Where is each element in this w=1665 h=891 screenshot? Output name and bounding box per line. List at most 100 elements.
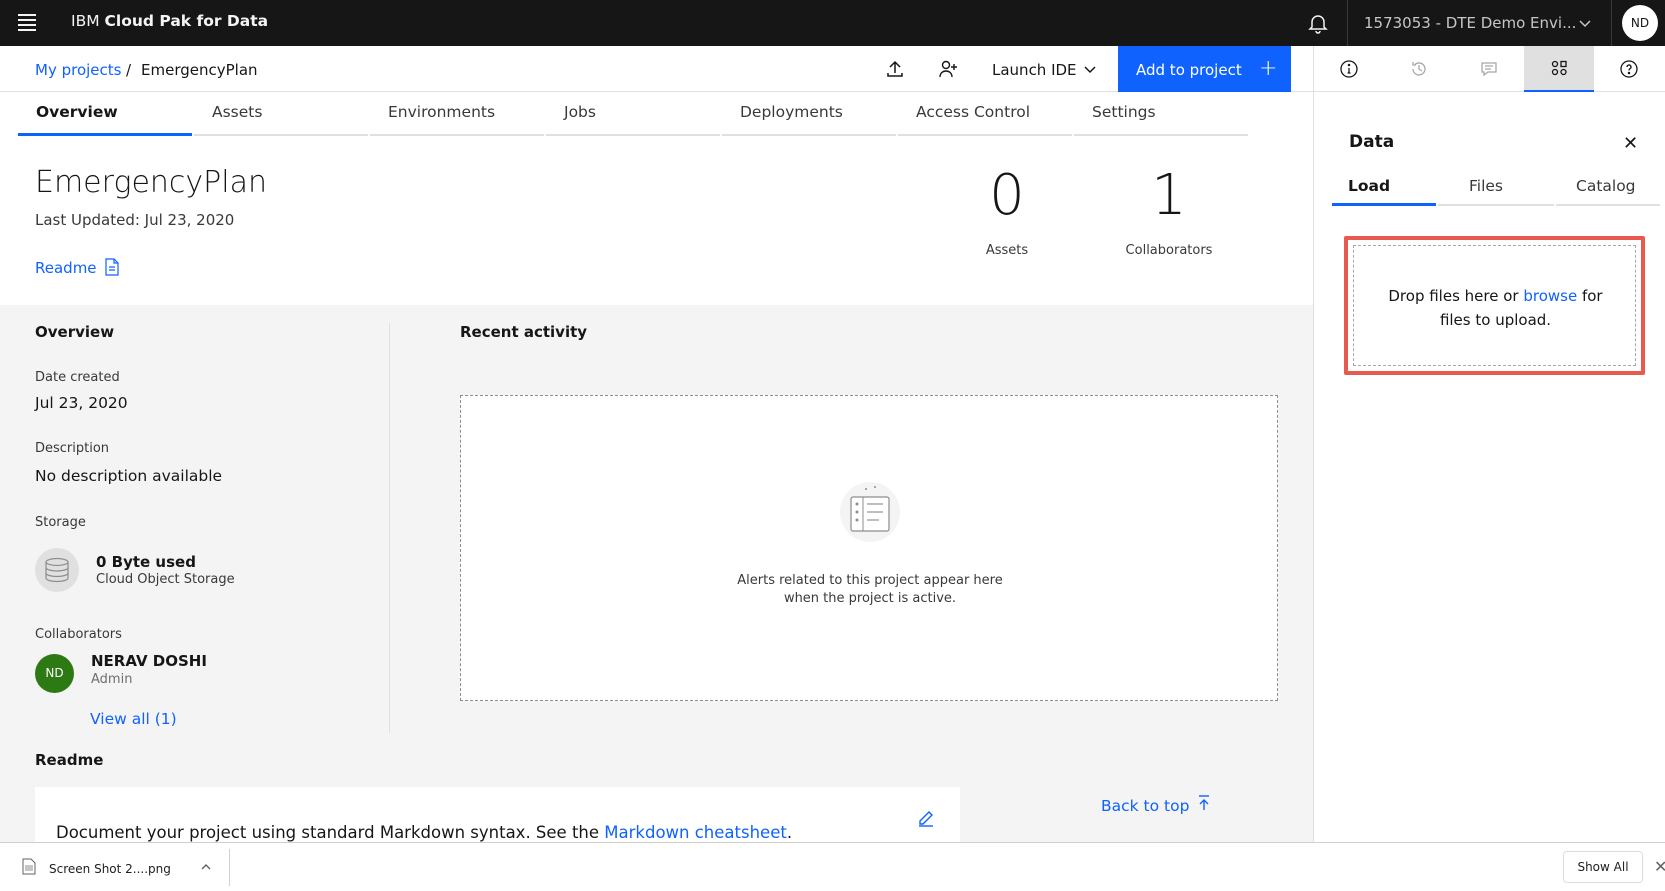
breadcrumb-my-projects[interactable]: My projects <box>35 61 121 79</box>
collaborator-avatar: ND <box>35 654 74 693</box>
tab-assets[interactable]: Assets <box>194 92 368 136</box>
close-download-bar-icon[interactable]: ✕ <box>1654 857 1665 876</box>
tab-jobs[interactable]: Jobs <box>546 92 720 136</box>
readme-text: Document your project using standard Mar… <box>56 823 792 842</box>
back-to-top-link[interactable]: Back to top <box>1101 797 1189 815</box>
view-all-collaborators-link[interactable]: View all (1) <box>90 710 177 728</box>
empty-state-message: Alerts related to this project appear he… <box>461 572 1279 608</box>
project-title: EmergencyPlan <box>35 165 267 200</box>
tab-access-control[interactable]: Access Control <box>898 92 1072 136</box>
close-panel-icon[interactable]: ✕ <box>1623 133 1638 154</box>
launch-ide-button[interactable]: Launch IDE <box>983 46 1096 92</box>
upload-icon[interactable] <box>885 59 905 79</box>
history-icon[interactable] <box>1384 46 1454 92</box>
user-avatar[interactable]: ND <box>1622 5 1658 41</box>
breadcrumb-separator: / <box>126 61 132 79</box>
brand-prefix: IBM <box>71 12 100 30</box>
collaborators-count: 1 <box>1151 163 1187 228</box>
storage-type: Cloud Object Storage <box>96 572 235 587</box>
storage-label: Storage <box>35 515 86 530</box>
chevron-up-icon[interactable] <box>200 861 212 873</box>
comments-icon[interactable] <box>1454 46 1524 92</box>
plus-icon: + <box>1259 56 1278 81</box>
brand-name: Cloud Pak for Data <box>104 12 269 30</box>
tab-overview[interactable]: Overview <box>18 92 192 136</box>
tab-label: Deployments <box>740 103 843 121</box>
tab-deployments[interactable]: Deployments <box>722 92 896 136</box>
help-icon[interactable] <box>1594 46 1664 92</box>
hamburger-menu-icon[interactable] <box>18 14 36 31</box>
download-divider <box>229 849 230 886</box>
tab-label: Environments <box>388 103 496 121</box>
account-switcher[interactable]: 1573053 - DTE Demo Envi... <box>1364 14 1576 32</box>
arrow-up-to-top-icon[interactable] <box>1196 794 1212 812</box>
empty-state-line2: when the project is active. <box>783 591 957 606</box>
top-header: IBM Cloud Pak for Data 1573053 - DTE Dem… <box>0 0 1665 46</box>
breadcrumb-current: EmergencyPlan <box>141 61 258 79</box>
panel-icon-strip <box>1313 46 1665 92</box>
alerts-list-illustration-icon <box>840 482 900 542</box>
project-tabs: Overview Assets Environments Jobs Deploy… <box>18 92 1263 136</box>
readme-text-end: . <box>786 823 793 842</box>
tab-label: Overview <box>36 103 118 121</box>
panel-tab-label: Catalog <box>1576 177 1636 195</box>
recent-activity-empty-state: Alerts related to this project appear he… <box>460 395 1278 701</box>
launch-ide-label: Launch IDE <box>992 61 1077 79</box>
add-to-project-button[interactable]: Add to project + <box>1118 46 1291 92</box>
header-divider <box>1611 0 1612 46</box>
browse-files-link[interactable]: browse <box>1523 287 1577 305</box>
chevron-down-icon <box>1084 66 1096 74</box>
panel-tab-catalog[interactable]: Catalog <box>1556 164 1660 206</box>
header-divider <box>1347 0 1348 46</box>
edit-pencil-icon[interactable] <box>917 809 935 827</box>
chevron-down-icon[interactable] <box>1578 16 1592 30</box>
date-created-label: Date created <box>35 370 120 385</box>
panel-tab-label: Files <box>1469 177 1504 195</box>
readme-link[interactable]: Readme <box>35 259 97 277</box>
tab-label: Assets <box>212 103 263 121</box>
data-side-panel: Data ✕ Load Files Catalog Drop files her… <box>1313 92 1665 842</box>
column-divider <box>389 323 390 733</box>
markdown-cheatsheet-link[interactable]: Markdown cheatsheet <box>604 823 787 842</box>
panel-title: Data <box>1349 132 1395 152</box>
add-collaborator-icon[interactable] <box>938 59 958 79</box>
show-all-downloads-button[interactable]: Show All <box>1563 851 1643 883</box>
collaborator-name: NERAV DOSHI <box>91 652 207 670</box>
data-assets-icon[interactable] <box>1524 46 1594 92</box>
collaborators-count-label: Collaborators <box>1125 243 1213 258</box>
collaborators-label: Collaborators <box>35 627 122 642</box>
description-label: Description <box>35 441 110 456</box>
product-name[interactable]: IBM Cloud Pak for Data <box>71 12 268 30</box>
assets-count-label: Assets <box>985 243 1029 258</box>
info-icon[interactable] <box>1314 46 1384 92</box>
storage-used: 0 Byte used <box>96 553 196 571</box>
assets-count: 0 <box>989 163 1025 228</box>
panel-tab-load[interactable]: Load <box>1332 164 1436 206</box>
tab-environments[interactable]: Environments <box>370 92 544 136</box>
browser-download-bar: Screen Shot 2....png Show All ✕ <box>0 842 1665 891</box>
readme-text-body: Document your project using standard Mar… <box>56 823 605 842</box>
breadcrumb-toolbar: My projects / EmergencyPlan Launch IDE A… <box>0 46 1313 92</box>
notification-bell-icon[interactable] <box>1306 11 1330 35</box>
image-file-icon <box>22 858 36 875</box>
dropzone-text-suffix: for <box>1577 287 1603 305</box>
add-to-project-label: Add to project <box>1136 61 1242 79</box>
description-value: No description available <box>35 467 223 485</box>
dropzone-text-prefix: Drop files here or <box>1388 287 1524 305</box>
date-created-value: Jul 23, 2020 <box>35 394 128 412</box>
download-file-name[interactable]: Screen Shot 2....png <box>49 862 171 876</box>
file-dropzone[interactable]: Drop files here or browse for files to u… <box>1353 245 1636 366</box>
tab-label: Settings <box>1092 103 1156 121</box>
tab-label: Access Control <box>916 103 1031 121</box>
readme-card: Document your project using standard Mar… <box>35 787 960 847</box>
dropzone-highlight: Drop files here or browse for files to u… <box>1344 236 1645 375</box>
tab-settings[interactable]: Settings <box>1074 92 1248 136</box>
storage-icon <box>35 548 79 592</box>
overview-body: Overview Date created Jul 23, 2020 Descr… <box>0 305 1313 847</box>
panel-tab-label: Load <box>1348 177 1391 195</box>
panel-tab-files[interactable]: Files <box>1438 164 1554 206</box>
readme-section-title: Readme <box>35 751 104 769</box>
last-updated: Last Updated: Jul 23, 2020 <box>35 211 235 229</box>
recent-activity-title: Recent activity <box>460 323 588 341</box>
document-icon[interactable] <box>104 258 120 276</box>
